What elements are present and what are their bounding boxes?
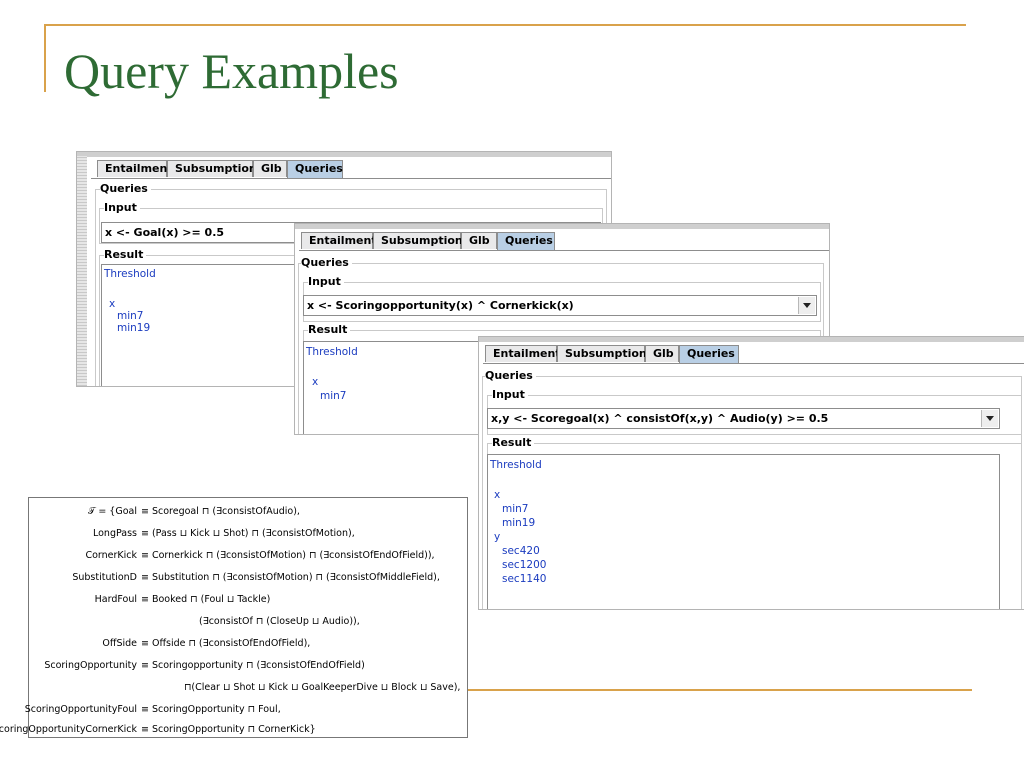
- formula-rhs: ≡ ScoringOpportunity ⊓ CornerKick}: [141, 724, 316, 735]
- result-line: x: [312, 376, 319, 388]
- result-line: min7: [117, 310, 144, 322]
- panel-title-bar: [295, 224, 829, 229]
- formula-lhs: CornerKick: [85, 550, 137, 561]
- formula-rhs: ≡ Scoregoal ⊓ (∃consistOfAudio),: [141, 506, 300, 517]
- formula-lhs: ScoringOpportunity: [44, 660, 137, 671]
- result-line: min19: [502, 517, 536, 529]
- tab-bar: Entailment Subsumption Glb Queries: [299, 232, 829, 251]
- formula-rhs: ≡ Offside ⊓ (∃consistOfEndOfField),: [141, 638, 311, 649]
- panel-title-bar: [479, 337, 1024, 342]
- result-line: Threshold: [490, 459, 542, 471]
- query-input-value: x <- Goal(x) >= 0.5: [105, 226, 225, 239]
- query-dropdown[interactable]: x <- Scoringopportunity(x) ^ Cornerkick(…: [303, 295, 817, 316]
- result-group-label: Result: [104, 248, 147, 261]
- formula-lhs: ScoringOpportunityCornerKick: [0, 724, 137, 735]
- slide-bottom-rule: [466, 689, 972, 691]
- result-line: sec1200: [502, 559, 547, 571]
- formula-rhs: ≡ Substitution ⊓ (∃consistOfMotion) ⊓ (∃…: [141, 572, 440, 583]
- input-group-label: Input: [308, 275, 344, 288]
- result-group-label: Result: [492, 436, 535, 449]
- queries-group-label: Queries: [301, 256, 352, 269]
- queries-group-label: Queries: [100, 182, 151, 195]
- tab-entailment[interactable]: Entailment: [97, 160, 173, 177]
- query-dropdown-value: x,y <- Scoregoal(x) ^ consistOf(x,y) ^ A…: [491, 412, 829, 425]
- tab-queries[interactable]: Queries: [497, 232, 555, 250]
- formula-rhs: ≡ ScoringOpportunity ⊓ Foul,: [141, 704, 281, 715]
- slide-title: Query Examples: [64, 43, 399, 99]
- query-panel-3: Entailment Subsumption Glb Queries Queri…: [478, 336, 1024, 610]
- result-line: sec420: [502, 545, 540, 557]
- formula-lhs: ScoringOpportunityFoul: [24, 704, 137, 715]
- tab-entailment[interactable]: Entailment: [485, 345, 561, 362]
- tab-bar: Entailment Subsumption Glb Queries: [483, 345, 1024, 364]
- query-dropdown[interactable]: x,y <- Scoregoal(x) ^ consistOf(x,y) ^ A…: [487, 408, 1000, 429]
- tab-subsumption[interactable]: Subsumption: [373, 232, 463, 249]
- chevron-down-icon[interactable]: [798, 297, 815, 314]
- slide-top-rule: [44, 24, 966, 26]
- formula-rhs: ≡ Booked ⊓ (Foul ⊔ Tackle): [141, 594, 271, 605]
- formula-lhs: SubstitutionD: [72, 572, 137, 583]
- input-group-label: Input: [492, 388, 528, 401]
- tab-subsumption[interactable]: Subsumption: [557, 345, 647, 362]
- chevron-down-icon[interactable]: [981, 410, 998, 427]
- formula-lhs: LongPass: [92, 528, 137, 539]
- tab-glb[interactable]: Glb: [461, 232, 497, 249]
- tab-queries[interactable]: Queries: [679, 345, 739, 363]
- tab-glb[interactable]: Glb: [645, 345, 679, 362]
- ontology-formula-box: 𝒯 = {Goal ≡ Scoregoal ⊓ (∃consistOfAudio…: [0, 497, 468, 738]
- slide-left-rule: [44, 24, 46, 92]
- tab-glb[interactable]: Glb: [253, 160, 287, 177]
- formula-rhs: ≡ Cornerkick ⊓ (∃consistOfMotion) ⊓ (∃co…: [141, 550, 435, 561]
- tab-bar: Entailment Subsumption Glb Queries: [91, 160, 611, 179]
- result-line: min7: [502, 503, 529, 515]
- input-group-label: Input: [104, 201, 140, 214]
- queries-group-label: Queries: [485, 369, 536, 382]
- panel-title-bar: [77, 152, 611, 157]
- formula-lhs: 𝒯 = {Goal: [88, 506, 137, 517]
- result-line: x: [494, 489, 501, 501]
- result-line: Threshold: [104, 268, 156, 280]
- formula-rhs: ⊓(Clear ⊔ Shot ⊔ Kick ⊔ GoalKeeperDive ⊔…: [184, 682, 461, 693]
- formula-lhs: OffSide: [102, 638, 137, 649]
- tab-entailment[interactable]: Entailment: [301, 232, 377, 249]
- formula-rhs: ≡ (Pass ⊔ Kick ⊔ Shot) ⊓ (∃consistOfMoti…: [141, 528, 355, 539]
- tab-subsumption[interactable]: Subsumption: [167, 160, 257, 177]
- formula-rhs: (∃consistOf ⊓ (CloseUp ⊔ Audio)),: [199, 616, 360, 627]
- tab-queries[interactable]: Queries: [287, 160, 343, 178]
- result-line: min19: [117, 322, 151, 334]
- query-dropdown-value: x <- Scoringopportunity(x) ^ Cornerkick(…: [307, 299, 574, 312]
- result-area[interactable]: Threshold x min7 min19 y sec420 sec1200 …: [487, 454, 1000, 609]
- formula-lhs: HardFoul: [94, 594, 137, 605]
- result-line: y: [494, 531, 501, 543]
- result-group-label: Result: [308, 323, 351, 336]
- result-line: Threshold: [306, 346, 358, 358]
- result-line: x: [109, 298, 116, 310]
- result-line: sec1140: [502, 573, 547, 585]
- formula-rhs: ≡ Scoringopportunity ⊓ (∃consistOfEndOfF…: [141, 660, 365, 671]
- panel-splitter-handle[interactable]: [77, 156, 87, 386]
- result-line: min7: [320, 390, 347, 402]
